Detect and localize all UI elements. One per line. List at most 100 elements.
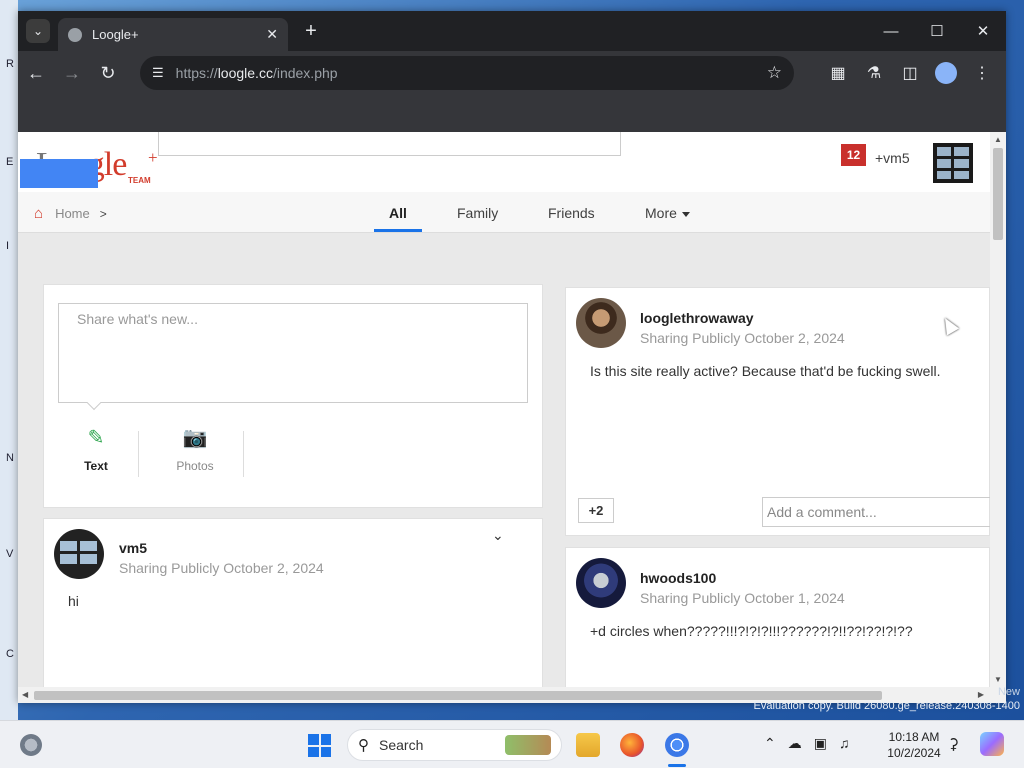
post-body: Is this site really active? Because that… [590, 363, 941, 379]
comment-input[interactable]: Add a comment... [762, 497, 992, 527]
post-card: vm5 Sharing Publicly October 2, 2024 hi … [43, 518, 543, 703]
avatar[interactable] [576, 558, 626, 608]
maximize-button[interactable]: ☐ [914, 11, 960, 51]
side-panel-icon[interactable]: ◫ [892, 55, 928, 91]
reload-icon: ↻ [100, 62, 116, 83]
post-author[interactable]: looglethrowaway [640, 310, 754, 326]
scroll-right-icon[interactable]: ▶ [978, 690, 984, 699]
search-icon: ⚲ [358, 737, 369, 754]
post-meta: Sharing Publicly October 2, 2024 [640, 330, 845, 346]
share-text-option[interactable]: ✎ Text [56, 425, 136, 473]
header-avatar[interactable] [933, 143, 973, 183]
minimize-button[interactable]: — [868, 11, 914, 51]
active-app-indicator [668, 764, 686, 767]
avatar[interactable] [54, 529, 104, 579]
browser-window: ⌄ Loogle+ ✕ + — ☐ ✕ ← → ↻ ☰ https://loog… [18, 11, 1006, 703]
desktop-icon-label[interactable]: E [6, 156, 13, 168]
evaluation-watermark: Evaluation copy. Build 26080.ge_release.… [753, 700, 1020, 712]
clock-date: 10/2/2024 [887, 746, 941, 760]
tab-family[interactable]: Family [457, 205, 498, 221]
globe-icon [68, 27, 82, 42]
extensions-icon[interactable]: ▦ [820, 55, 856, 91]
desktop-icon-label[interactable]: R [6, 58, 14, 70]
tab-title: Loogle+ [92, 27, 139, 42]
site-header: Loogle + TEAM 12 +vm5 [18, 132, 990, 192]
url-text: https://loogle.cc/index.php [175, 65, 338, 81]
user-handle-link[interactable]: +vm5 [875, 150, 910, 166]
chevron-up-icon[interactable]: ⌃ [764, 735, 776, 752]
breadcrumb[interactable]: ⌂ Home > [34, 205, 107, 222]
bookmark-star-icon[interactable]: ☆ [767, 63, 782, 83]
taskbar-search-label: Search [379, 737, 424, 753]
clock[interactable]: 10:18 AM 10/2/2024 [878, 729, 950, 761]
post-meta: Sharing Publicly October 1, 2024 [640, 590, 845, 606]
home-icon: ⌂ [34, 205, 44, 222]
desktop-icon-label[interactable]: I [6, 240, 9, 252]
close-icon[interactable]: ✕ [266, 26, 278, 43]
notification-bell-icon[interactable]: ⚳ [948, 735, 959, 753]
reload-button[interactable]: ↻ [90, 55, 126, 91]
desktop-icon-label[interactable]: N [6, 452, 14, 464]
caret-down-icon [681, 211, 690, 217]
tab-loogle[interactable]: Loogle+ ✕ [58, 18, 288, 51]
file-explorer-icon[interactable] [576, 733, 600, 757]
post-body: hi [68, 593, 79, 609]
network-icon[interactable]: ▣ [814, 735, 827, 752]
post-body: +d circles when?????!!!?!?!?!!!??????!?!… [590, 623, 913, 639]
tab-search-button[interactable]: ⌄ [26, 19, 50, 43]
close-window-button[interactable]: ✕ [960, 11, 1006, 51]
desktop-icons-strip: R E I N V C [0, 0, 18, 720]
tab-more[interactable]: More [645, 205, 690, 221]
bookmarks-bar [18, 95, 1006, 132]
scroll-down-icon[interactable]: ▼ [994, 675, 1002, 684]
chrome-icon[interactable] [665, 733, 689, 757]
kebab-menu-icon[interactable]: ⋮ [964, 55, 1000, 91]
tab-friends[interactable]: Friends [548, 205, 595, 221]
share-textarea[interactable]: Share what's new... [58, 303, 528, 403]
breadcrumb-home[interactable]: Home [55, 206, 90, 221]
arrow-left-icon: ← [27, 62, 45, 83]
post-card: hwoods100 Sharing Publicly October 1, 20… [565, 547, 990, 703]
cloud-icon[interactable]: ☁ [788, 735, 802, 752]
desktop-icon-label[interactable]: C [6, 648, 14, 660]
copilot-icon[interactable] [980, 732, 1004, 756]
plus-one-button[interactable]: +2 [578, 498, 614, 523]
tab-all[interactable]: All [389, 205, 407, 221]
post-card: looglethrowaway Sharing Publicly October… [565, 287, 992, 536]
post-author[interactable]: hwoods100 [640, 570, 716, 586]
site-settings-icon[interactable]: ☰ [152, 65, 164, 81]
blue-button[interactable] [20, 159, 98, 188]
post-options-chevron-icon[interactable]: ⌄ [492, 527, 504, 544]
scroll-up-icon[interactable]: ▲ [994, 135, 1002, 144]
new-tab-button[interactable]: + [300, 20, 322, 42]
post-author[interactable]: vm5 [119, 540, 147, 556]
scroll-left-icon[interactable]: ◀ [22, 690, 28, 699]
search-highlight-icon [505, 735, 551, 755]
share-photos-option[interactable]: 📷 Photos [155, 425, 235, 473]
notifications-badge[interactable]: 12 [841, 144, 866, 166]
watermark-corner: New [997, 686, 1020, 698]
volume-icon[interactable]: ♫ [839, 735, 850, 752]
widgets-icon[interactable] [20, 734, 42, 756]
taskbar-search[interactable]: ⚲ Search [347, 729, 562, 761]
divider [243, 431, 244, 477]
start-button[interactable] [308, 734, 331, 757]
labs-flask-icon[interactable]: ⚗ [856, 55, 892, 91]
forward-button[interactable]: → [54, 55, 90, 91]
active-tab-indicator [374, 229, 422, 232]
avatar[interactable] [576, 298, 626, 348]
share-box: Share what's new... ✎ Text 📷 Photos [43, 284, 543, 508]
address-bar[interactable]: ☰ https://loogle.cc/index.php ☆ [140, 56, 794, 90]
taskbar: ⚲ Search ⌃ ☁ ▣ ♫ 10:18 AM 10/2/2024 ⚳ [0, 720, 1024, 768]
vertical-scrollbar[interactable]: ▲ ▼ [990, 132, 1006, 687]
back-button[interactable]: ← [18, 55, 54, 91]
scrollbar-thumb[interactable] [993, 148, 1003, 240]
desktop-icon-label[interactable]: V [6, 548, 13, 560]
page-viewport: Loogle + TEAM 12 +vm5 ⌂ Home > [18, 132, 1006, 703]
scrollbar-thumb[interactable] [34, 691, 882, 700]
profile-avatar-icon[interactable] [935, 62, 957, 84]
firefox-icon[interactable] [620, 733, 644, 757]
breadcrumb-separator: > [99, 206, 107, 221]
pencil-icon: ✎ [87, 427, 105, 449]
site-search-input[interactable] [158, 132, 621, 156]
